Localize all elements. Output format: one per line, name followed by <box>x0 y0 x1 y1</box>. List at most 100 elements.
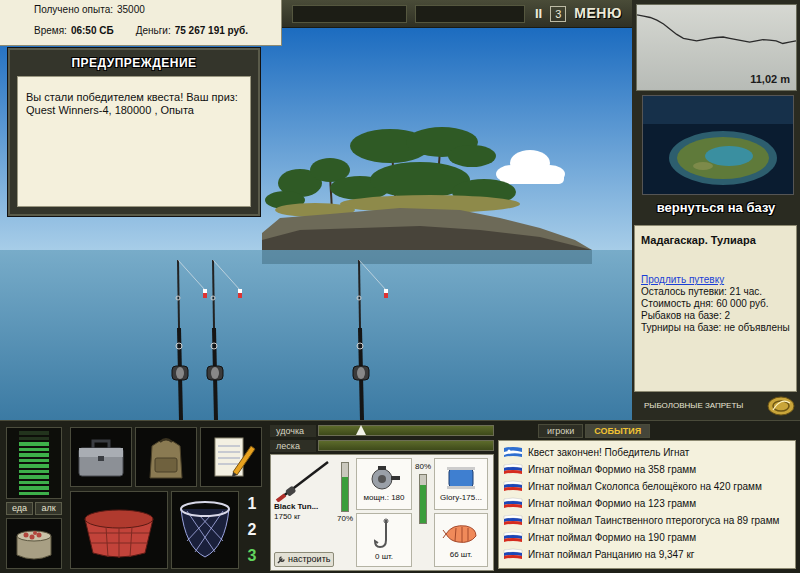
rod-slot-button[interactable]: 1 <box>248 495 257 513</box>
meter-percent: 70% <box>337 514 353 524</box>
rod-section[interactable]: Black Tun...1750 кгнастроить <box>274 458 334 567</box>
time-money-line: Время:06:50 СБДеньги:75 267 191 руб. <box>34 25 273 37</box>
line-slot[interactable]: Glory-175... <box>434 458 488 510</box>
fishing-bans-link[interactable]: РЫБОЛОВНЫЕ ЗАПРЕТЫ <box>644 401 743 411</box>
rod-panel: Black Tun...1750 кгнастроить70% мощн.: 18… <box>270 454 494 571</box>
event-row: Игнат поймал Сколопса белощёкого на 420 … <box>503 478 791 495</box>
warning-dialog: ПРЕДУПРЕЖДЕНИЕВы стали победителем квест… <box>8 48 260 216</box>
speed-button[interactable]: 3 <box>550 6 566 22</box>
hook-slot[interactable]: 0 шт. <box>356 513 412 567</box>
notepad[interactable] <box>200 427 262 487</box>
status-panel: Получено опыта:35000 Время:06:50 СБДеньги… <box>0 0 282 46</box>
money-value: 75 267 191 руб. <box>175 25 248 37</box>
line-name: Glory-175... <box>440 493 482 503</box>
event-row: Игнат поймал Формио на 190 грамм <box>503 529 791 546</box>
experience-label: Получено опыта: <box>34 4 113 16</box>
event-row: Игнат поймал Формио на 358 грамм <box>503 461 791 478</box>
meter-segment <box>19 448 49 452</box>
meter-segment <box>19 486 49 490</box>
setup-button[interactable]: настроить <box>274 552 334 567</box>
fishing-rod[interactable] <box>353 260 388 420</box>
event-text: Игнат поймал Формио на 358 грамм <box>528 464 696 476</box>
rod-slot-button[interactable]: 3 <box>248 547 257 565</box>
tackle-box[interactable] <box>70 427 132 487</box>
energy-meter <box>6 427 62 499</box>
russia-flag-icon <box>503 514 523 527</box>
event-text: Игнат поймал Формио на 123 грамм <box>528 498 696 510</box>
notepad-icon <box>203 432 259 482</box>
meter-segment <box>19 453 49 457</box>
inventory-row <box>70 427 262 487</box>
net-icon <box>175 497 235 563</box>
log-tab[interactable]: игроки <box>538 424 583 438</box>
event-row: Игнат поймал Таинственного птерогогуса н… <box>503 512 791 529</box>
meter-fill <box>420 485 426 523</box>
depth-chart: 11,02 m <box>632 0 800 95</box>
pause-button[interactable]: II <box>535 6 542 22</box>
food-row: едаалк <box>6 502 62 515</box>
meter-segment <box>19 431 49 435</box>
event-text: Игнат поймал Ранцанию на 9,347 кг <box>528 549 694 561</box>
event-text: Игнат поймал Сколопса белощёкого на 420 … <box>528 481 762 493</box>
event-row: Игнат поймал Формио на 123 грамм <box>503 495 791 512</box>
backpack[interactable] <box>135 427 197 487</box>
inventory-row: 1 2 3 <box>70 491 262 569</box>
event-text: Квест закончен! Победитель Игнат <box>528 447 689 459</box>
island-photo <box>643 96 793 195</box>
reel-power: мощн.: 180 <box>364 493 405 503</box>
meter-segment <box>19 470 49 474</box>
meter-segment <box>19 459 49 463</box>
meter-percent: 80% <box>415 462 431 472</box>
experience-line: Получено опыта:35000 <box>34 4 273 16</box>
setup-label: настроить <box>288 554 330 565</box>
backpack-icon <box>138 432 194 482</box>
rod-slot-button[interactable]: 2 <box>248 521 257 539</box>
rod-slots: 1 2 3 <box>242 491 262 569</box>
bans-row: РЫБОЛОВНЫЕ ЗАПРЕТЫ <box>632 392 800 420</box>
inventory-grid: 1 2 3 <box>70 427 262 569</box>
indicator-track <box>318 425 494 436</box>
bait-slot[interactable]: 66 шт. <box>434 513 488 567</box>
hook-icon <box>372 518 396 550</box>
indicator-marker <box>356 425 366 435</box>
reel-slot[interactable]: мощн.: 180 <box>356 458 412 510</box>
basket-icon <box>76 497 162 563</box>
fish-basket[interactable] <box>70 491 168 569</box>
extend-trip-link[interactable]: Продлить путевку <box>641 274 790 286</box>
back-to-base-button[interactable]: вернуться на базу <box>653 195 780 221</box>
location-detail: Рыбаков на базе: 2 <box>641 310 790 322</box>
location-title: Мадагаскар. Тулиара <box>641 234 790 246</box>
indicator-track <box>318 440 494 451</box>
russia-flag-icon <box>503 497 523 510</box>
fishing-rod[interactable] <box>207 260 242 420</box>
quest-flag-icon <box>503 446 523 459</box>
time-label: Время: <box>34 25 67 37</box>
food-button[interactable]: еда <box>6 502 33 515</box>
meter-track <box>341 462 349 512</box>
alcohol-button[interactable]: алк <box>35 502 62 515</box>
menu-button[interactable]: МЕНЮ <box>574 5 622 22</box>
rod-name: Black Tun... <box>274 502 334 512</box>
log-tabs: игрокиСОБЫТИЯ <box>498 424 796 438</box>
location-detail: Стоимость дня: 60 000 руб. <box>641 298 790 310</box>
line-spool-icon <box>443 465 479 491</box>
indicator-label: леска <box>270 440 316 452</box>
empty-slot <box>415 5 525 23</box>
shrimp-icon <box>442 520 480 548</box>
player-column: едаалк <box>6 427 62 569</box>
russia-flag-icon <box>503 548 523 561</box>
russia-flag-icon <box>503 480 523 493</box>
event-text: Игнат поймал Формио на 190 грамм <box>528 532 696 544</box>
rod-icon <box>274 458 332 502</box>
back-row: вернуться на базу <box>632 195 800 221</box>
bait-can[interactable] <box>6 518 62 569</box>
empty-slot <box>292 5 407 23</box>
log-tab[interactable]: СОБЫТИЯ <box>585 424 650 438</box>
line-bait-column: Glory-175... 66 шт. <box>434 458 488 567</box>
depth-line <box>637 15 796 44</box>
hook-count: 0 шт. <box>375 552 393 562</box>
meter-fill <box>342 477 348 511</box>
landing-net[interactable] <box>171 491 239 569</box>
fishing-rod[interactable] <box>172 260 207 420</box>
meter-segment <box>19 475 49 479</box>
